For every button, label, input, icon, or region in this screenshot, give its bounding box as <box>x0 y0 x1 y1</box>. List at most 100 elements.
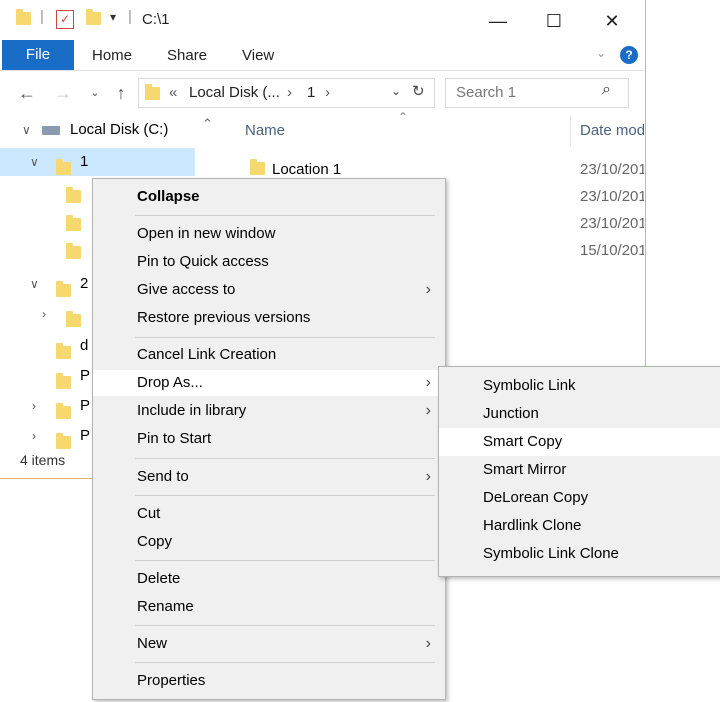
tree-scroll-up-icon[interactable]: ⌃ <box>202 116 213 132</box>
menu-item-pin-to-start[interactable]: Pin to Start <box>93 426 445 452</box>
window-title: C:\1 <box>142 11 170 28</box>
search-icon[interactable]: ⌕ <box>602 81 611 99</box>
menu-item-label: Drop As... <box>137 374 203 391</box>
menu-item-delete[interactable]: Delete <box>93 566 445 592</box>
chevron-right-icon: › <box>425 281 431 298</box>
chevron-right-icon[interactable]: › <box>42 300 46 328</box>
chevron-right-icon[interactable]: › <box>32 392 36 420</box>
close-button[interactable]: ✕ <box>592 8 632 34</box>
tree-item-label: P <box>80 397 91 414</box>
file-date: 23/10/201 <box>580 215 644 232</box>
maximize-button[interactable]: ☐ <box>534 8 574 34</box>
menu-item-rename[interactable]: Rename <box>93 594 445 620</box>
chevron-right-icon: › <box>425 468 431 485</box>
address-segment-1[interactable]: 1 <box>307 84 315 101</box>
divider: | <box>40 8 44 25</box>
submenu-item-label: Junction <box>483 405 539 422</box>
minimize-button[interactable]: — <box>478 8 518 34</box>
chevron-down-icon[interactable]: ∨ <box>30 148 39 176</box>
file-list-item-name[interactable]: Location 1 <box>272 161 341 178</box>
submenu-item-label: Smart Mirror <box>483 461 567 478</box>
column-header-date[interactable]: Date mod <box>580 122 644 139</box>
tree-item-1[interactable]: ∨ 1 <box>0 148 195 176</box>
chevron-down-icon[interactable]: ∨ <box>22 116 31 144</box>
tree-item-label: d <box>80 337 89 354</box>
search-box[interactable]: Search 1 ⌕ <box>445 78 629 108</box>
menu-separator <box>135 458 435 459</box>
menu-item-include-library[interactable]: Include in library › <box>93 398 445 424</box>
column-header-name[interactable]: Name <box>245 122 285 139</box>
menu-separator <box>135 215 435 216</box>
menu-item-label: Give access to <box>137 281 236 298</box>
submenu-item-delorean-copy[interactable]: DeLorean Copy <box>439 484 720 512</box>
folder-icon <box>145 84 160 104</box>
menu-item-label: Pin to Start <box>137 430 212 447</box>
address-bar[interactable]: « Local Disk (... › 1 › ⌄ ↻ <box>138 78 435 108</box>
chevron-right-icon: › <box>425 635 431 652</box>
tab-home[interactable]: Home <box>92 40 132 70</box>
new-folder-icon[interactable] <box>86 9 101 29</box>
menu-item-drop-as[interactable]: Drop As... › <box>93 370 445 396</box>
menu-item-copy[interactable]: Copy <box>93 529 445 555</box>
chevron-right-icon: › <box>425 402 431 419</box>
submenu-item-symbolic-link[interactable]: Symbolic Link <box>439 372 720 400</box>
context-menu: Collapse Open in new window Pin to Quick… <box>92 178 446 700</box>
quick-access-dropdown-icon[interactable]: ▾ <box>110 10 116 24</box>
properties-icon[interactable]: ✓ <box>56 10 74 29</box>
back-arrow-icon[interactable]: ← <box>16 82 38 104</box>
tab-share[interactable]: Share <box>167 40 207 70</box>
submenu-item-smart-mirror[interactable]: Smart Mirror <box>439 456 720 484</box>
address-overflow[interactable]: « <box>169 84 177 101</box>
menu-item-label: Send to <box>137 468 189 485</box>
refresh-icon[interactable]: ↻ <box>412 82 425 100</box>
menu-item-label: Cancel Link Creation <box>137 346 277 363</box>
chevron-right-icon[interactable]: › <box>287 84 292 101</box>
chevron-right-icon[interactable]: › <box>32 422 36 450</box>
submenu-item-junction[interactable]: Junction <box>439 400 720 428</box>
submenu-item-smart-copy[interactable]: Smart Copy <box>439 428 720 456</box>
menu-item-label: Include in library <box>137 402 247 419</box>
menu-separator <box>135 560 435 561</box>
menu-item-restore-versions[interactable]: Restore previous versions <box>93 305 445 331</box>
title-bar: | ✓ ▾ | C:\1 — ☐ ✕ <box>0 0 645 40</box>
file-date: 23/10/201 <box>580 161 644 178</box>
submenu-item-label: Hardlink Clone <box>483 517 582 534</box>
up-arrow-icon[interactable]: ↑ <box>110 82 132 104</box>
forward-arrow-icon[interactable]: → <box>52 82 74 104</box>
address-segment-local-disk[interactable]: Local Disk (... <box>189 84 280 101</box>
tree-item-local-disk[interactable]: ∨ Local Disk (C:) <box>0 116 195 144</box>
help-icon[interactable]: ? <box>620 46 638 64</box>
tab-file[interactable]: File <box>2 40 74 70</box>
drop-as-submenu: Symbolic Link Junction Smart Copy Smart … <box>438 366 720 577</box>
recent-locations-icon[interactable]: ⌄ <box>84 82 106 104</box>
drive-icon <box>42 126 60 135</box>
file-date: 23/10/201 <box>580 188 644 205</box>
menu-item-collapse[interactable]: Collapse <box>93 184 445 210</box>
divider: | <box>128 8 132 25</box>
file-date: 15/10/201 <box>580 242 644 259</box>
tab-view[interactable]: View <box>242 40 274 70</box>
menu-item-send-to[interactable]: Send to › <box>93 464 445 490</box>
submenu-item-hardlink-clone[interactable]: Hardlink Clone <box>439 512 720 540</box>
chevron-down-icon[interactable]: ∨ <box>30 270 39 298</box>
folder-icon <box>250 159 265 179</box>
folder-icon <box>16 9 31 29</box>
submenu-item-label: Smart Copy <box>483 433 563 450</box>
tree-item-label: P <box>80 367 91 384</box>
menu-item-cancel-link-creation[interactable]: Cancel Link Creation <box>93 342 445 368</box>
menu-item-cut[interactable]: Cut <box>93 501 445 527</box>
tree-item-label: 2 <box>80 275 89 292</box>
menu-item-give-access[interactable]: Give access to › <box>93 277 445 303</box>
expand-ribbon-icon[interactable]: ⌄ <box>596 46 606 60</box>
menu-item-pin-quick-access[interactable]: Pin to Quick access <box>93 249 445 275</box>
menu-item-label: Delete <box>137 570 181 587</box>
submenu-item-symbolic-link-clone[interactable]: Symbolic Link Clone <box>439 540 720 568</box>
search-input[interactable]: Search 1 <box>456 84 516 101</box>
menu-item-open-new-window[interactable]: Open in new window <box>93 221 445 247</box>
menu-item-label: Cut <box>137 505 161 522</box>
menu-item-properties[interactable]: Properties <box>93 668 445 694</box>
menu-separator <box>135 495 435 496</box>
address-dropdown-icon[interactable]: ⌄ <box>391 84 401 98</box>
chevron-right-icon[interactable]: › <box>325 84 330 101</box>
menu-item-new[interactable]: New › <box>93 631 445 657</box>
